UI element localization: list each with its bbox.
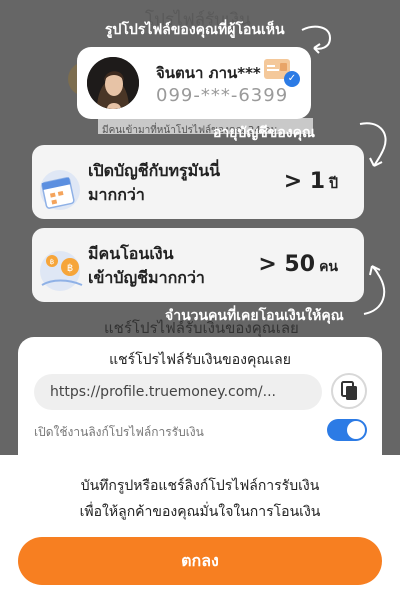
profile-caption: รูปโปรไฟล์ของคุณที่ผู้โอนเห็น: [105, 22, 285, 38]
account-age-caption: อายุบัญชีของคุณ: [213, 125, 315, 141]
profile-link-text: https://profile.truemoney.com/...: [50, 384, 276, 400]
transfer-count-label: มีคนโอนเงิน เข้าบัญชีมากกว่า: [88, 242, 205, 290]
transfer-count-label-line1: มีคนโอนเงิน: [88, 244, 174, 263]
copy-link-button[interactable]: [331, 373, 367, 409]
avatar-photo: [87, 57, 139, 109]
share-title: แชร์โปรไฟล์รับเงินของคุณเลย: [109, 352, 291, 368]
sheet-description-line1: บันทึกรูปหรือแชร์ลิงก์โปรไฟล์การรับเงิน: [80, 478, 320, 494]
profile-card: จินตนา ภาน*** 099-***-6399 ✓: [77, 47, 311, 119]
link-toggle-switch[interactable]: [327, 419, 367, 441]
verified-check-icon: ✓: [284, 71, 300, 87]
account-age-label: เปิดบัญชีกับทรูมันนี่ มากกว่า: [88, 159, 220, 207]
profile-link-field[interactable]: https://profile.truemoney.com/...: [34, 374, 322, 410]
transfer-count-label-line2: เข้าบัญชีมากกว่า: [88, 268, 205, 287]
link-toggle-label: เปิดใช้งานลิงก์โปรไฟล์การรับเงิน: [34, 425, 204, 439]
transfer-count-caption: จำนวนคนที่เคยโอนเงินให้คุณ: [165, 308, 344, 324]
toggle-knob: [347, 421, 365, 439]
ok-button[interactable]: ตกลง: [18, 537, 382, 585]
transfer-count-unit: คน: [319, 259, 338, 275]
coins-icon: ฿ ฿: [40, 251, 83, 291]
share-panel: แชร์โปรไฟล์รับเงินของคุณเลย https://prof…: [18, 337, 382, 455]
account-age-label-line1: เปิดบัญชีกับทรูมันนี่: [88, 161, 221, 180]
account-age-unit: ปี: [329, 176, 338, 192]
calendar-icon: [40, 170, 80, 210]
account-age-card: เปิดบัญชีกับทรูมันนี่ มากกว่า > 1 ปี: [32, 145, 364, 219]
profile-phone: 099-***-6399: [156, 85, 289, 106]
sheet-description-line2: เพื่อให้ลูกค้าของคุณมั่นใจในการโอนเงิน: [79, 504, 321, 520]
profile-avatar: [87, 57, 139, 109]
profile-name: จินตนา ภาน***: [156, 64, 261, 82]
bottom-sheet: บันทึกรูปหรือแชร์ลิงก์โปรไฟล์การรับเงิน …: [0, 455, 400, 600]
transfer-count-card: ฿ ฿ มีคนโอนเงิน เข้าบัญชีมากกว่า > 50 คน: [32, 228, 364, 302]
account-age-number: > 1: [283, 169, 326, 194]
svg-text:฿: ฿: [50, 258, 54, 266]
transfer-count-value: > 50 คน: [258, 252, 338, 278]
transfer-count-number: > 50: [258, 252, 316, 277]
account-age-label-line2: มากกว่า: [88, 185, 145, 204]
account-age-value: > 1 ปี: [284, 169, 338, 195]
dimmed-background: โปรไฟล์รับเงิน มีคนเข้ามาที่หน้าโปรไฟล์ข…: [0, 0, 400, 455]
copy-icon: [341, 381, 357, 400]
svg-text:฿: ฿: [67, 263, 73, 274]
